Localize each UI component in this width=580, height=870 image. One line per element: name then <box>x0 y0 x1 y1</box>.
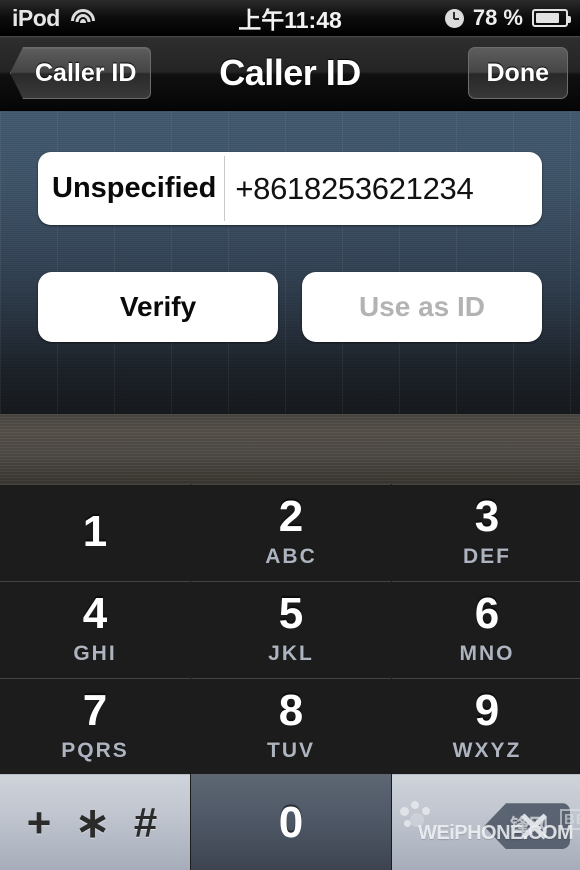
done-button[interactable]: Done <box>467 47 568 99</box>
key-number: 8 <box>278 685 304 735</box>
navigation-bar: Caller ID Caller ID Done <box>0 36 580 111</box>
keypad-key-6[interactable]: 6 MNO <box>392 580 580 677</box>
key-number: 0 <box>278 797 304 847</box>
use-as-id-button[interactable]: Use as ID <box>302 272 542 342</box>
key-letters: GHI <box>73 642 117 666</box>
action-button-row: Verify Use as ID <box>38 272 542 342</box>
key-letters: JKL <box>268 642 314 666</box>
key-number: 1 <box>82 507 108 557</box>
status-bar: iPod 上午11:48 78 % <box>0 0 580 36</box>
clock-icon <box>444 8 464 28</box>
numeric-keypad: 1 2 ABC 3 DEF 4 GHI 5 JKL 6 MNO 7 PQRS 8… <box>0 484 580 870</box>
wifi-icon <box>70 8 96 28</box>
key-number: 4 <box>82 589 108 639</box>
battery-icon <box>532 9 571 27</box>
battery-percent-label: 78 % <box>472 5 523 30</box>
wallpaper-lower-band <box>0 414 580 484</box>
key-number: 9 <box>474 685 500 735</box>
phone-screen: iPod 上午11:48 78 % Caller ID Caller ID Do… <box>0 0 580 870</box>
status-bar-right: 78 % <box>390 5 580 31</box>
done-button-label: Done <box>486 58 550 87</box>
key-number: 5 <box>278 589 304 639</box>
key-letters: ABC <box>265 545 317 569</box>
key-letters: MNO <box>459 642 515 666</box>
keypad-key-5[interactable]: 5 JKL <box>191 580 391 677</box>
key-letters: WXYZ <box>452 738 522 762</box>
keypad-key-2[interactable]: 2 ABC <box>191 484 391 580</box>
watermark-cn-label: 锋网 <box>510 816 549 838</box>
keypad-key-8[interactable]: 8 TUV <box>191 677 391 774</box>
key-number: 6 <box>474 589 500 639</box>
keypad-key-7[interactable]: 7 PQRS <box>0 677 190 774</box>
verify-button[interactable]: Verify <box>38 272 278 342</box>
key-symbols-label: + ∗ # <box>26 799 164 847</box>
key-letters: TUV <box>267 738 315 762</box>
key-letters: DEF <box>463 545 511 569</box>
key-number: 2 <box>278 492 304 542</box>
caller-id-field[interactable]: Unspecified +8618253621234 <box>38 152 542 225</box>
keypad-key-4[interactable]: 4 GHI <box>0 580 190 677</box>
keypad-key-1[interactable]: 1 <box>0 484 190 580</box>
use-as-id-button-label: Use as ID <box>358 291 486 322</box>
watermark-bbs-label: BBS <box>560 809 580 831</box>
caller-id-field-label: Unspecified <box>52 172 217 204</box>
status-bar-left: iPod <box>0 5 190 32</box>
key-number: 3 <box>474 492 500 542</box>
keypad-key-0[interactable]: 0 <box>191 774 391 870</box>
carrier-label: iPod <box>12 4 60 31</box>
keypad-key-symbols[interactable]: + ∗ # <box>0 774 190 870</box>
status-bar-time: 上午11:48 <box>238 7 342 33</box>
watermark-site-label: WEiPHONE.COM <box>418 822 574 845</box>
key-number: 7 <box>82 685 108 735</box>
keypad-key-3[interactable]: 3 DEF <box>392 484 580 580</box>
phone-number-input[interactable]: +8618253621234 <box>225 171 542 207</box>
keypad-key-9[interactable]: 9 WXYZ <box>392 677 580 774</box>
keypad-key-delete[interactable]: WEiPHONE.COM 锋网 BBS <box>392 774 580 870</box>
key-letters: PQRS <box>61 738 129 762</box>
verify-button-label: Verify <box>119 291 197 322</box>
